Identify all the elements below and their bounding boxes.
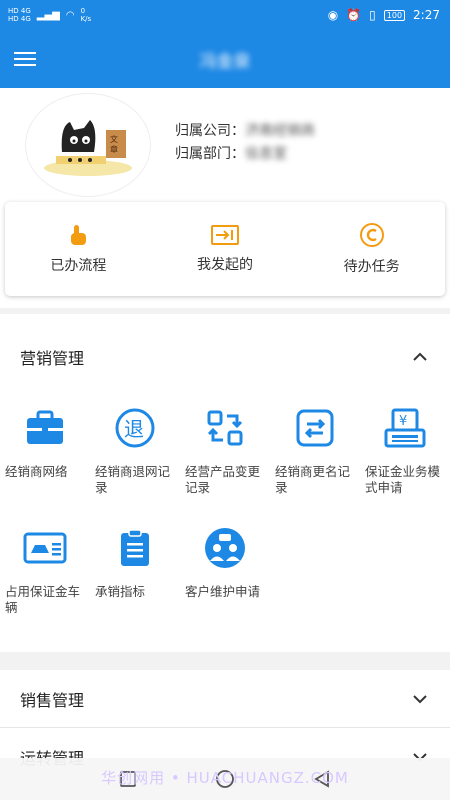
clock: 2:27 bbox=[413, 8, 440, 22]
svg-text:文: 文 bbox=[110, 134, 118, 144]
deposit-mode-application-item[interactable]: ¥ 保证金业务模式申请 bbox=[360, 400, 450, 520]
wifi-icon: ◠ bbox=[65, 9, 75, 21]
svg-text:章: 章 bbox=[110, 144, 118, 154]
department-value: 信息室 bbox=[245, 146, 287, 162]
sim1-label: HD 4G bbox=[8, 7, 31, 15]
dealer-rename-record-label: 经销商更名记录 bbox=[275, 464, 351, 495]
dealer-exit-record-label: 经销商退网记录 bbox=[95, 464, 171, 495]
page-title: 冯金泉 bbox=[199, 51, 251, 72]
department-label: 归属部门： bbox=[175, 146, 245, 162]
chevron-down-icon[interactable] bbox=[412, 694, 428, 704]
vehicle-card-icon bbox=[23, 532, 67, 564]
back-triangle-icon[interactable] bbox=[313, 770, 331, 788]
svg-text:¥: ¥ bbox=[399, 414, 407, 429]
customer-maintenance-item[interactable]: 客户维护申请 bbox=[180, 520, 270, 640]
profile-section: 文 章 归属公司：济南经销商 归属部门：信息室 bbox=[0, 88, 450, 198]
initiated-by-me-label: 我发起的 bbox=[197, 257, 253, 273]
dealer-rename-record-item[interactable]: 经销商更名记录 bbox=[270, 400, 360, 520]
net-speed: 0 K/s bbox=[81, 7, 92, 23]
clipboard-list-icon bbox=[121, 529, 149, 566]
department-row: 归属部门：信息室 bbox=[175, 143, 315, 166]
quick-actions-wrapper: 已办流程 我发起的 待办任务 bbox=[0, 198, 450, 308]
done-process-label: 已办流程 bbox=[50, 258, 107, 274]
dealer-exit-record-item[interactable]: 退 经销商退网记录 bbox=[90, 400, 180, 520]
system-nav-bar bbox=[0, 758, 450, 800]
product-change-record-item[interactable]: 经营产品变更记录 bbox=[180, 400, 270, 520]
signal-icon: ▂▄▆ bbox=[36, 9, 60, 21]
yen-register-icon: ¥ bbox=[384, 408, 426, 448]
customer-chat-icon bbox=[205, 528, 245, 568]
exchange-arrows-icon bbox=[207, 410, 243, 446]
pending-tasks-button[interactable]: 待办任务 bbox=[298, 202, 445, 296]
rename-swap-icon bbox=[296, 409, 334, 447]
exit-circle-icon: 退 bbox=[115, 408, 155, 448]
svg-text:退: 退 bbox=[124, 417, 144, 441]
status-bar: HD 4G HD 4G ▂▄▆ ◠ 0 K/s ◉ ⏰ ▯ 100 2:27 bbox=[0, 0, 450, 30]
pending-tasks-label: 待办任务 bbox=[343, 259, 400, 275]
send-box-icon bbox=[211, 225, 239, 245]
home-circle-icon[interactable] bbox=[215, 769, 235, 789]
alarm-icon: ⏰ bbox=[346, 8, 362, 22]
deposit-mode-application-label: 保证金业务模式申请 bbox=[365, 464, 441, 495]
avatar[interactable]: 文 章 bbox=[25, 93, 151, 197]
initiated-by-me-button[interactable]: 我发起的 bbox=[152, 202, 299, 296]
product-change-record-label: 经营产品变更记录 bbox=[185, 464, 261, 495]
marketing-title: 营销管理 bbox=[20, 349, 85, 368]
customer-maintenance-label: 客户维护申请 bbox=[185, 584, 261, 599]
dealer-network-item[interactable]: 经销商网络 bbox=[0, 400, 90, 520]
deposit-vehicles-item[interactable]: 占用保证金车辆 bbox=[0, 520, 90, 640]
marketing-section: 营销管理 经销商网络 退 经销商退网记录 经营产品变更记录 经销商更名记录 ¥ … bbox=[0, 314, 450, 652]
cat-avatar-icon: 文 章 bbox=[44, 120, 132, 176]
app-bar: 冯金泉 bbox=[0, 30, 450, 88]
company-value: 济南经销商 bbox=[245, 123, 315, 139]
net-speed-value: 0 bbox=[80, 7, 86, 15]
marketing-grid: 经销商网络 退 经销商退网记录 经营产品变更记录 经销商更名记录 ¥ 保证金业务… bbox=[0, 400, 450, 652]
chevron-up-icon[interactable] bbox=[412, 352, 428, 362]
done-process-button[interactable]: 已办流程 bbox=[5, 202, 152, 296]
underwriting-target-item[interactable]: 承销指标 bbox=[90, 520, 180, 640]
underwriting-target-label: 承销指标 bbox=[95, 584, 146, 599]
deposit-vehicles-label: 占用保证金车辆 bbox=[5, 584, 81, 615]
net-speed-unit: K/s bbox=[80, 15, 92, 23]
dealer-network-label: 经销商网络 bbox=[5, 464, 68, 479]
copyright-circle-icon bbox=[359, 223, 384, 247]
battery-icon: 100 bbox=[383, 9, 406, 21]
sales-section-header[interactable]: 销售管理 bbox=[0, 670, 450, 728]
eye-icon: ◉ bbox=[327, 8, 339, 22]
company-label: 归属公司： bbox=[175, 123, 245, 139]
vibrate-icon: ▯ bbox=[369, 8, 376, 22]
company-row: 归属公司：济南经销商 bbox=[175, 120, 315, 143]
sim-indicator: HD 4G HD 4G bbox=[8, 7, 31, 23]
menu-icon[interactable] bbox=[14, 37, 58, 81]
marketing-header[interactable]: 营销管理 bbox=[0, 314, 450, 400]
sales-title: 销售管理 bbox=[20, 690, 85, 710]
recents-square-icon[interactable] bbox=[119, 770, 137, 788]
sim2-label: HD 4G bbox=[8, 15, 31, 23]
hand-pointer-icon bbox=[71, 225, 87, 245]
briefcase-icon bbox=[27, 410, 63, 444]
profile-info: 归属公司：济南经销商 归属部门：信息室 bbox=[175, 120, 315, 166]
quick-actions-card: 已办流程 我发起的 待办任务 bbox=[5, 202, 445, 296]
